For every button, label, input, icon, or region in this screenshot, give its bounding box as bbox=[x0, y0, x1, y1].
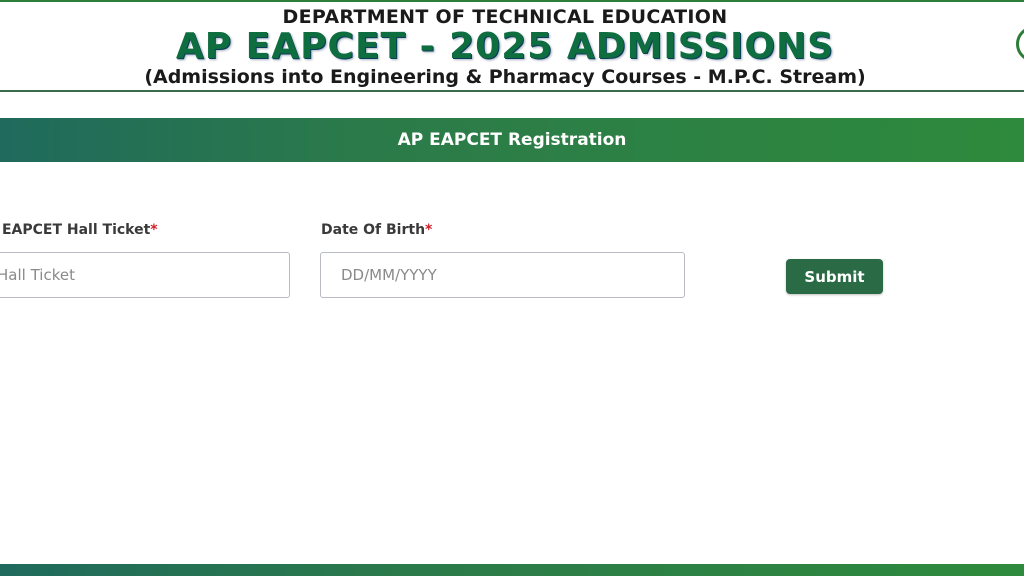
site-header: DEPARTMENT OF TECHNICAL EDUCATION AP EAP… bbox=[0, 0, 1024, 92]
footer-bar bbox=[0, 564, 1024, 576]
section-title: AP EAPCET Registration bbox=[397, 130, 627, 150]
required-mark: * bbox=[425, 222, 433, 238]
page-subtitle: (Admissions into Engineering & Pharmacy … bbox=[144, 66, 866, 88]
department-name: DEPARTMENT OF TECHNICAL EDUCATION bbox=[282, 6, 728, 28]
dob-label: Date Of Birth* bbox=[321, 222, 432, 238]
hall-ticket-label: AP EAPCET Hall Ticket* bbox=[0, 222, 158, 238]
section-banner: AP EAPCET Registration bbox=[0, 118, 1024, 162]
emblem-icon bbox=[1016, 26, 1024, 62]
hall-ticket-label-text: AP EAPCET Hall Ticket bbox=[0, 222, 151, 238]
page-title: AP EAPCET - 2025 ADMISSIONS bbox=[175, 26, 835, 67]
required-mark: * bbox=[150, 222, 158, 238]
submit-button[interactable]: Submit bbox=[786, 259, 883, 294]
dob-label-text: Date Of Birth bbox=[321, 222, 426, 238]
hall-ticket-input[interactable] bbox=[0, 252, 290, 298]
registration-page: DEPARTMENT OF TECHNICAL EDUCATION AP EAP… bbox=[0, 0, 1024, 576]
dob-input[interactable] bbox=[320, 252, 685, 298]
